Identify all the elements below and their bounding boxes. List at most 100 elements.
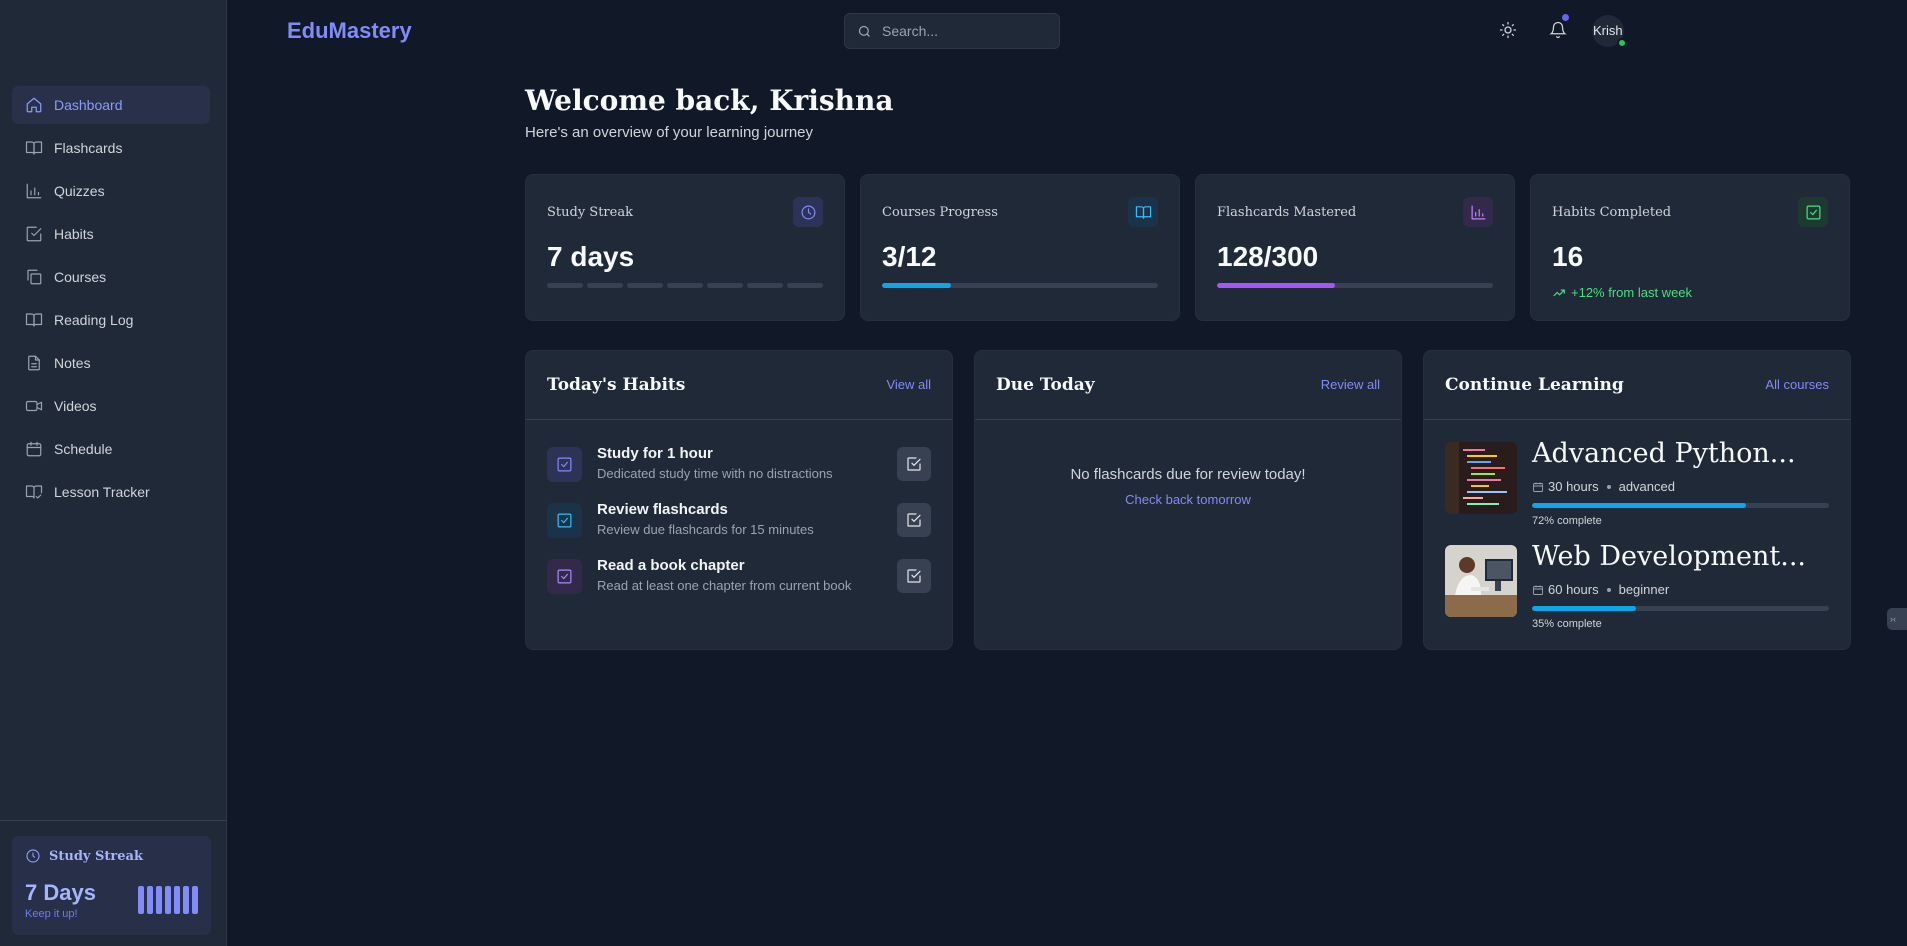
person-at-desk-image — [1445, 545, 1517, 617]
sun-icon — [1499, 21, 1517, 39]
panel-title: Due Today — [996, 375, 1095, 395]
course-hours: 60 hours — [1548, 582, 1599, 597]
search-bar[interactable] — [844, 13, 1060, 49]
course-hours: 30 hours — [1548, 479, 1599, 494]
progress-fill — [1532, 606, 1636, 611]
stat-label: Study Streak — [547, 205, 633, 220]
courses-progress-bar — [882, 283, 1158, 288]
copy-icon — [25, 268, 43, 286]
habit-complete-button[interactable] — [897, 503, 931, 537]
stat-value: 7 days — [547, 241, 635, 272]
theme-toggle-button[interactable] — [1496, 18, 1520, 42]
streak-bar — [174, 886, 180, 914]
streak-bar — [183, 886, 189, 914]
sidebar-item-lesson-tracker[interactable]: Lesson Tracker — [12, 473, 210, 511]
course-title[interactable]: Web Development... — [1532, 541, 1806, 572]
stat-value: 16 — [1552, 241, 1584, 272]
habit-complete-button[interactable] — [897, 447, 931, 481]
sidebar-item-reading-log[interactable]: Reading Log — [12, 301, 210, 339]
habit-description: Review due flashcards for 15 minutes — [597, 522, 814, 537]
check-back-link[interactable]: Check back tomorrow — [975, 492, 1401, 507]
habit-icon-box — [547, 503, 582, 538]
app-logo[interactable]: EduMastery — [287, 18, 412, 44]
stat-card-courses-progress: Courses Progress 3/12 — [860, 174, 1180, 321]
stat-value: 3/12 — [882, 241, 937, 272]
calendar-icon — [25, 440, 43, 458]
sidebar-streak-card: Study Streak 7 Days Keep it up! — [12, 836, 211, 935]
continue-learning-panel: Continue Learning All courses Advanced P… — [1423, 350, 1851, 650]
panel-divider — [975, 419, 1401, 420]
stat-icon-box — [1463, 197, 1493, 227]
sidebar-item-flashcards[interactable]: Flashcards — [12, 129, 210, 167]
sidebar-item-label: Videos — [54, 398, 97, 414]
habits-panel: Today's Habits View all Study for 1 hour… — [525, 350, 953, 650]
habit-complete-button[interactable] — [897, 559, 931, 593]
bar-chart-icon — [1471, 205, 1485, 219]
stat-label: Courses Progress — [882, 205, 998, 220]
sidebar-item-notes[interactable]: Notes — [12, 344, 210, 382]
flashcards-progress-bar — [1217, 283, 1493, 288]
progress-fill — [1532, 503, 1746, 508]
view-all-habits-link[interactable]: View all — [886, 377, 931, 392]
progress-fill — [1217, 283, 1335, 288]
sidebar-item-quizzes[interactable]: Quizzes — [12, 172, 210, 210]
check-square-icon — [557, 457, 572, 472]
habit-item: Study for 1 hour Dedicated study time wi… — [547, 442, 931, 486]
stat-card-study-streak: Study Streak 7 days — [525, 174, 845, 321]
streak-segment — [787, 283, 823, 288]
streak-bar — [147, 886, 153, 914]
sidebar-item-label: Reading Log — [54, 312, 134, 328]
streak-segments — [547, 283, 823, 288]
sidebar-item-courses[interactable]: Courses — [12, 258, 210, 296]
sidebar-item-dashboard[interactable]: Dashboard — [12, 86, 210, 124]
habit-item: Review flashcards Review due flashcards … — [547, 498, 931, 542]
review-all-link[interactable]: Review all — [1321, 377, 1380, 392]
sidebar-divider — [0, 820, 226, 821]
streak-segment — [667, 283, 703, 288]
sidebar-item-label: Lesson Tracker — [54, 484, 150, 500]
sidebar-item-habits[interactable]: Habits — [12, 215, 210, 253]
stat-icon-box — [1798, 197, 1828, 227]
stat-card-flashcards-mastered: Flashcards Mastered 128/300 — [1195, 174, 1515, 321]
search-icon — [858, 25, 870, 37]
stat-value: 128/300 — [1217, 241, 1319, 272]
habit-title: Study for 1 hour — [597, 445, 713, 462]
sidebar-item-videos[interactable]: Videos — [12, 387, 210, 425]
panel-divider — [526, 419, 952, 420]
devtools-toggle-button[interactable]: ›‹ — [1887, 608, 1907, 630]
code-screen-image — [1445, 442, 1517, 514]
search-input[interactable] — [882, 23, 1042, 39]
course-meta: 30 hours advanced — [1532, 479, 1675, 494]
course-level: advanced — [1618, 479, 1675, 494]
course-thumbnail-desk[interactable] — [1445, 545, 1517, 617]
online-status-indicator — [1617, 38, 1627, 48]
due-today-panel: Due Today Review all No flashcards due f… — [974, 350, 1402, 650]
progress-fill — [882, 283, 951, 288]
notifications-button[interactable] — [1546, 14, 1570, 42]
streak-segment — [587, 283, 623, 288]
course-progress-bar — [1532, 503, 1829, 508]
check-square-icon — [557, 569, 572, 584]
course-title[interactable]: Advanced Python... — [1532, 438, 1796, 469]
sidebar-item-label: Dashboard — [54, 97, 123, 113]
empty-state-message: No flashcards due for review today! — [1070, 466, 1306, 483]
sidebar-item-schedule[interactable]: Schedule — [12, 430, 210, 468]
trending-up-icon — [1553, 289, 1565, 296]
calendar-icon — [1533, 482, 1543, 492]
book-check-icon — [25, 483, 43, 501]
course-progress-bar — [1532, 606, 1829, 611]
panel-title: Today's Habits — [547, 375, 686, 395]
habit-item: Read a book chapter Read at least one ch… — [547, 554, 931, 598]
all-courses-link[interactable]: All courses — [1765, 377, 1829, 392]
streak-bar — [156, 886, 162, 914]
habit-description: Dedicated study time with no distraction… — [597, 466, 833, 481]
panel-title: Continue Learning — [1445, 375, 1624, 395]
check-square-icon — [25, 225, 43, 243]
sidebar-item-label: Habits — [54, 226, 94, 242]
notification-badge — [1562, 14, 1569, 21]
meta-separator — [1606, 484, 1611, 489]
stat-icon-box — [1128, 197, 1158, 227]
clock-icon — [26, 849, 40, 863]
habit-icon-box — [547, 559, 582, 594]
course-thumbnail-code[interactable] — [1445, 442, 1517, 514]
